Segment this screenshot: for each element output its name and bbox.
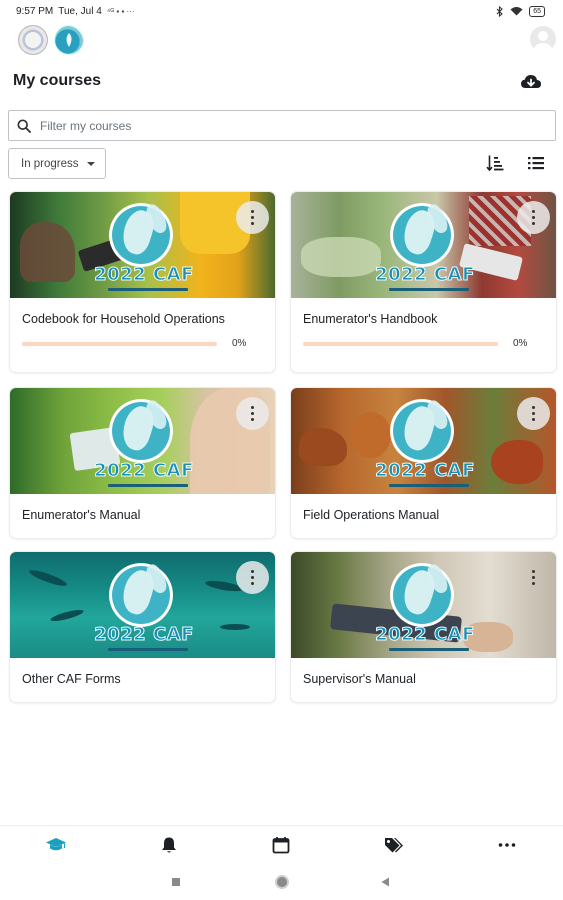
- caret-down-icon: [86, 161, 95, 166]
- notification-icons: ⁴ᴳ ▪ ▪ ···: [106, 6, 135, 16]
- filter-box[interactable]: [8, 110, 556, 141]
- course-title[interactable]: Field Operations Manual: [303, 508, 544, 522]
- progress-label: 0%: [232, 338, 247, 349]
- course-image: 2022 CAF: [10, 388, 275, 494]
- course-menu-button[interactable]: [236, 201, 269, 234]
- status-date: Tue, Jul 4: [58, 5, 102, 17]
- progress-bar: [303, 341, 498, 346]
- course-image: 2022 CAF: [10, 552, 275, 658]
- course-menu-button[interactable]: [517, 397, 550, 430]
- course-card[interactable]: 2022 CAF Other CAF Forms: [10, 552, 275, 702]
- app-logos: [18, 25, 84, 55]
- caf-logo: [54, 25, 84, 55]
- bell-icon: [161, 837, 176, 852]
- filter-input[interactable]: [40, 118, 520, 133]
- list-view-icon[interactable]: [528, 156, 544, 170]
- sort-icon[interactable]: [486, 154, 504, 172]
- caf-badge: 2022 CAF: [94, 556, 194, 658]
- course-card[interactable]: 2022 CAF Codebook for Household Operatio…: [10, 192, 275, 372]
- psa-logo: [18, 25, 48, 55]
- status-time: 9:57 PM: [16, 5, 54, 17]
- caf-badge: 2022 CAF: [94, 196, 194, 298]
- status-right: 65: [496, 5, 545, 17]
- wifi-icon: [510, 7, 523, 16]
- course-menu-button[interactable]: [517, 201, 550, 234]
- caf-badge: 2022 CAF: [375, 392, 475, 494]
- system-nav: [0, 866, 563, 900]
- course-title[interactable]: Enumerator's Manual: [22, 508, 263, 522]
- course-title[interactable]: Codebook for Household Operations: [22, 312, 263, 326]
- nav-notifications[interactable]: [149, 830, 189, 860]
- bottom-nav: [0, 825, 563, 863]
- course-image: 2022 CAF: [291, 552, 556, 658]
- course-title[interactable]: Other CAF Forms: [22, 672, 263, 686]
- cloud-download-icon[interactable]: [520, 73, 542, 91]
- course-card[interactable]: 2022 CAF Enumerator's Manual: [10, 388, 275, 538]
- back-icon[interactable]: [381, 877, 390, 887]
- course-image: 2022 CAF: [291, 192, 556, 298]
- course-card[interactable]: 2022 CAF Enumerator's Handbook 0%: [291, 192, 556, 372]
- calendar-icon: [273, 836, 290, 853]
- course-status-dropdown[interactable]: In progress: [8, 148, 106, 179]
- nav-more[interactable]: [487, 830, 527, 860]
- course-card[interactable]: 2022 CAF Field Operations Manual: [291, 388, 556, 538]
- status-bar: 9:57 PM Tue, Jul 4 ⁴ᴳ ▪ ▪ ··· 65: [0, 0, 563, 22]
- home-button[interactable]: [275, 875, 289, 889]
- tags-icon: [385, 837, 404, 852]
- course-menu-button[interactable]: [236, 561, 269, 594]
- progress-label: 0%: [513, 338, 528, 349]
- course-image: 2022 CAF: [291, 388, 556, 494]
- graduation-cap-icon: [46, 837, 67, 850]
- caf-badge: 2022 CAF: [375, 196, 475, 298]
- caf-badge: 2022 CAF: [94, 392, 194, 494]
- bluetooth-icon: [496, 5, 504, 17]
- search-icon: [17, 118, 31, 133]
- recents-button[interactable]: [172, 878, 180, 886]
- course-title[interactable]: Supervisor's Manual: [303, 672, 544, 686]
- nav-my-courses[interactable]: [36, 830, 76, 860]
- course-menu-button[interactable]: [517, 561, 550, 594]
- battery-icon: 65: [529, 5, 545, 17]
- course-card[interactable]: 2022 CAF Supervisor's Manual: [291, 552, 556, 702]
- page-title: My courses: [13, 72, 102, 89]
- nav-calendar[interactable]: [261, 830, 301, 860]
- course-image: 2022 CAF: [10, 192, 275, 298]
- progress-bar: [22, 341, 217, 346]
- course-progress: 0%: [303, 338, 544, 349]
- status-left: 9:57 PM Tue, Jul 4 ⁴ᴳ ▪ ▪ ···: [16, 6, 135, 17]
- nav-tags[interactable]: [374, 830, 414, 860]
- course-title[interactable]: Enumerator's Handbook: [303, 312, 544, 326]
- caf-badge: 2022 CAF: [375, 556, 475, 658]
- course-status-selected: In progress: [21, 157, 79, 170]
- course-menu-button[interactable]: [236, 397, 269, 430]
- more-icon: [498, 842, 515, 847]
- user-avatar[interactable]: [530, 26, 556, 52]
- course-progress: 0%: [22, 338, 263, 349]
